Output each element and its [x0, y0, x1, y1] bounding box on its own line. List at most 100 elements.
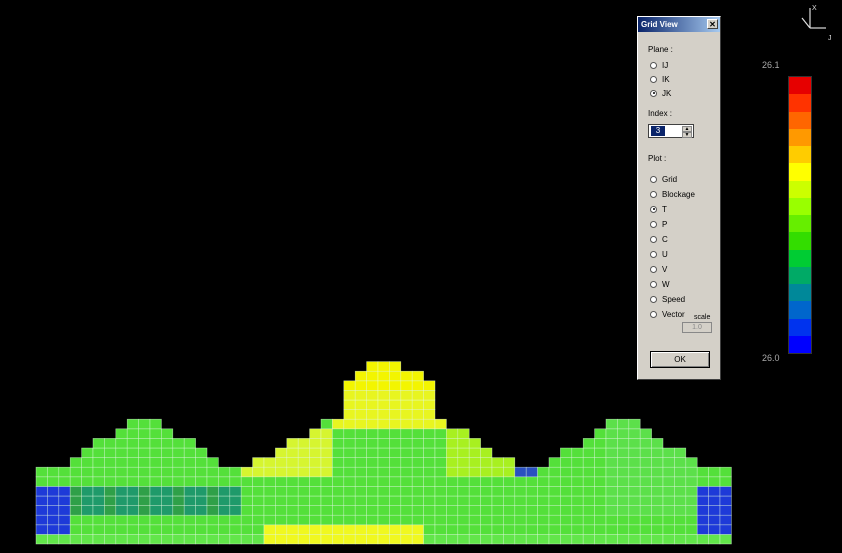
grid-cell [605, 495, 618, 506]
grid-cell [149, 495, 162, 506]
spin-buttons[interactable]: ▲ ▼ [682, 126, 692, 138]
color-legend-bar [788, 76, 812, 354]
grid-cell [377, 486, 390, 497]
grid-cell [343, 486, 356, 497]
grid-cell [297, 505, 310, 516]
grid-cell [525, 514, 538, 526]
legend-swatch [789, 77, 811, 95]
grid-cell [571, 447, 584, 458]
grid-cell [503, 486, 516, 497]
radio-plot-c[interactable]: C [650, 233, 668, 245]
grid-cell [69, 495, 82, 506]
grid-cell [172, 447, 185, 458]
scale-input[interactable]: 1.0 [682, 322, 712, 333]
grid-cell [639, 447, 652, 458]
plot-label: Plot : [648, 154, 667, 163]
grid-view-dialog: Grid View ✕ Plane : IJ IK JK Index : 3 ▲… [637, 16, 721, 380]
radio-plane-ik[interactable]: IK [650, 73, 670, 85]
grid-cell [252, 524, 265, 535]
grid-cell [491, 534, 504, 545]
grid-cell [195, 457, 208, 468]
grid-cell [343, 524, 356, 535]
grid-cell [411, 390, 424, 401]
grid-cell [503, 514, 516, 526]
grid-cell [537, 514, 550, 526]
grid-cell [400, 534, 413, 545]
grid-cell [560, 495, 573, 506]
grid-cell [423, 418, 436, 430]
grid-cell [81, 505, 94, 516]
grid-cell [104, 514, 117, 526]
grid-cell [104, 505, 117, 516]
grid-cell [719, 495, 732, 506]
grid-cell [389, 505, 402, 516]
grid-cell [206, 524, 219, 535]
grid-cell [366, 495, 379, 506]
grid-cell [389, 495, 402, 506]
index-value[interactable]: 3 [651, 126, 665, 136]
grid-cell [195, 495, 208, 506]
grid-cell [605, 505, 618, 516]
grid-cell [423, 476, 436, 487]
grid-cell [560, 505, 573, 516]
grid-cell [138, 514, 151, 526]
radio-plot-u[interactable]: U [650, 248, 668, 260]
radio-plane-ij[interactable]: IJ [650, 59, 668, 71]
grid-cell [69, 524, 82, 535]
radio-icon [650, 175, 657, 183]
grid-cell [115, 505, 128, 516]
grid-cell [206, 505, 219, 516]
grid-cell [389, 438, 402, 449]
dialog-titlebar[interactable]: Grid View ✕ [638, 17, 720, 32]
index-spinner[interactable]: 3 ▲ ▼ [648, 124, 694, 138]
radio-plot-vector[interactable]: Vector [650, 308, 685, 320]
radio-plot-v[interactable]: V [650, 263, 667, 275]
grid-cell [377, 428, 390, 439]
grid-cell [332, 418, 345, 430]
close-button[interactable]: ✕ [707, 19, 718, 29]
legend-swatch [789, 180, 811, 198]
grid-cell [309, 534, 322, 545]
grid-cell [400, 370, 413, 382]
grid-cell [343, 447, 356, 458]
grid-cell [571, 476, 584, 487]
grid-cell [434, 505, 447, 516]
grid-cell [343, 466, 356, 478]
ok-button[interactable]: OK [650, 351, 710, 368]
spin-down-icon[interactable]: ▼ [682, 132, 692, 138]
radio-plane-jk[interactable]: JK [650, 87, 671, 99]
grid-cell [183, 476, 196, 487]
grid-cell [411, 380, 424, 391]
grid-cell [685, 486, 698, 497]
grid-cell [480, 476, 493, 487]
grid-cell [685, 466, 698, 478]
radio-plot-p[interactable]: P [650, 218, 667, 230]
grid-cell [275, 466, 288, 478]
radio-plot-blockage[interactable]: Blockage [650, 188, 695, 200]
grid-cell [514, 524, 527, 535]
grid-cell [115, 534, 128, 545]
grid-cell [104, 495, 117, 506]
radio-plot-grid[interactable]: Grid [650, 173, 677, 185]
radio-plot-speed[interactable]: Speed [650, 293, 685, 305]
grid-cell [423, 505, 436, 516]
grid-cell [172, 438, 185, 449]
grid-cell [560, 466, 573, 478]
grid-cell [457, 505, 470, 516]
grid-cell [628, 486, 641, 497]
grid-cell [343, 428, 356, 439]
grid-cell [286, 466, 299, 478]
grid-cell [617, 428, 630, 439]
grid-cell [354, 457, 367, 468]
grid-cell [115, 514, 128, 526]
grid-cell [468, 534, 481, 545]
grid-cell [366, 476, 379, 487]
grid-cell [434, 457, 447, 468]
grid-cell [639, 476, 652, 487]
grid-cell [343, 505, 356, 516]
radio-plot-t[interactable]: T [650, 203, 667, 215]
grid-cell [332, 428, 345, 439]
radio-plot-w[interactable]: W [650, 278, 670, 290]
grid-cell [69, 457, 82, 468]
grid-cell [423, 495, 436, 506]
